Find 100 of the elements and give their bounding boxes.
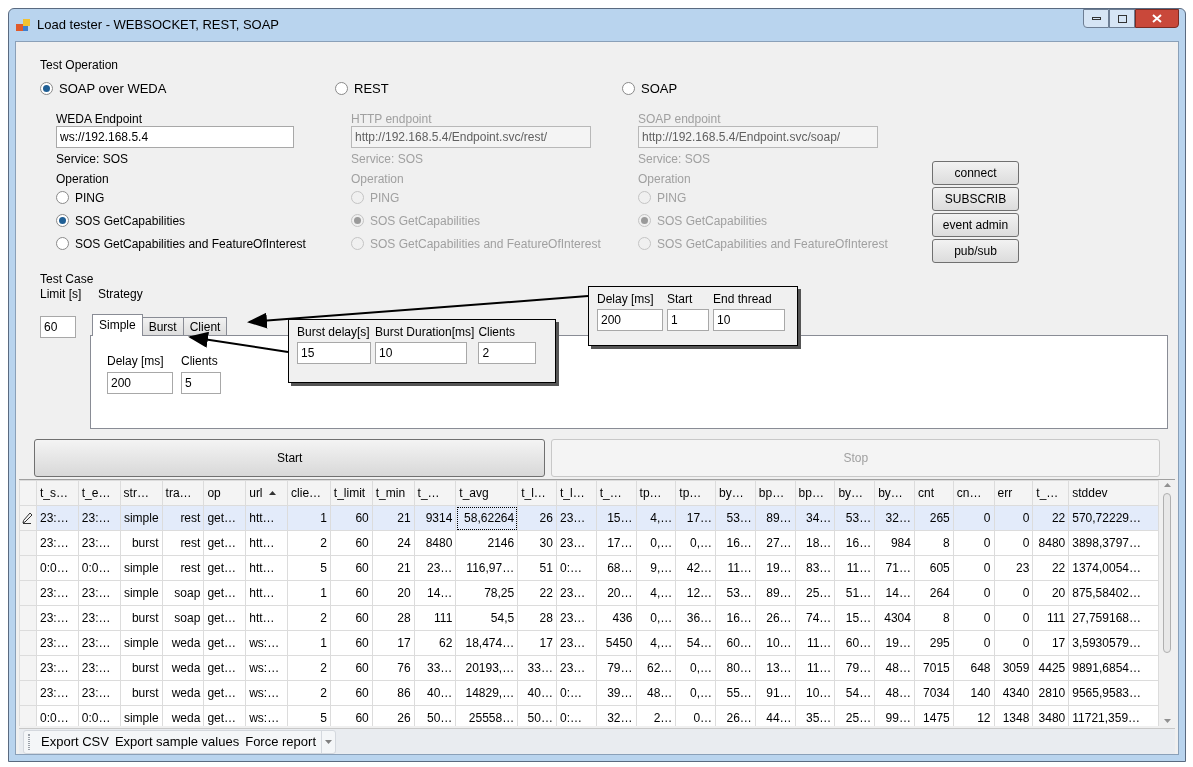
table-row[interactable]: 23:… 23:… burst weda get… ws:… 2 60 76 33… 20193,… 33… 23… 79… 62… 0,… 80… 13… 11… 79… 48… 7015 648 3059 4425 9891,6854… [19, 655, 1159, 681]
column-header[interactable]: t_… [1032, 480, 1069, 506]
table-cell: 605 [914, 555, 954, 581]
table-cell: 116,97… [455, 555, 518, 581]
column-header[interactable]: url [245, 480, 288, 506]
table-cell: 54… [834, 680, 875, 706]
table-cell: 295 [914, 630, 954, 656]
table-cell: 1374,0054… [1068, 555, 1159, 581]
field-label: Clients [181, 354, 219, 368]
table-row[interactable]: 23:… 23:… burst soap get… htt… 2 60 28 111 54,5 28 23… 436 0,… 36… 16… 26… 74… 15… 4304 8 0 0 111 27,759168… [19, 605, 1159, 631]
close-button[interactable] [1135, 9, 1179, 28]
input-field[interactable]: 200 [597, 309, 663, 331]
input-field[interactable]: 60 [40, 316, 76, 338]
toolbar-button[interactable]: Force report [242, 730, 319, 753]
table-row[interactable]: 0:0… 0:0… simple rest get… htt… 5 60 21 23… 116,97… 51 0:… 68… 9,… 42… 11… 19… 83… 11… 71… 605 0 23 22 1374,0054… [19, 555, 1159, 581]
column-header[interactable]: t_avg [455, 480, 518, 506]
table-cell: 17 [1032, 630, 1069, 656]
table-cell: 0 [953, 580, 994, 606]
column-header[interactable]: t_… [596, 480, 637, 506]
action-button[interactable]: Start [34, 439, 546, 477]
table-cell: 89… [755, 580, 796, 606]
column-header[interactable]: t_s… [36, 480, 79, 506]
action-button[interactable]: SUBSCRIB [932, 187, 1019, 211]
column-header[interactable]: tra… [162, 480, 204, 506]
maximize-button[interactable] [1109, 9, 1135, 28]
input-field[interactable]: 200 [107, 372, 173, 394]
column-header[interactable]: by… [874, 480, 915, 506]
field-label: Strategy [98, 286, 143, 302]
scroll-up-icon[interactable] [1163, 483, 1171, 487]
table-cell: 26… [755, 605, 796, 631]
table-cell: 4,… [636, 505, 676, 531]
radio-button[interactable]: SOAP over WEDA [40, 77, 335, 100]
input-field[interactable]: ws://192.168.5.4 [56, 126, 294, 148]
table-cell: 436 [596, 605, 637, 631]
table-cell: 60 [330, 555, 373, 581]
column-header[interactable]: by… [834, 480, 875, 506]
table-cell: 78,25 [455, 580, 518, 606]
minimize-button[interactable] [1083, 9, 1109, 28]
table-cell: burst [120, 680, 163, 706]
column-header[interactable]: str… [120, 480, 163, 506]
table-cell: 91… [755, 680, 796, 706]
table-cell: 23:… [36, 630, 79, 656]
scroll-down-icon[interactable] [1163, 719, 1171, 723]
input-field[interactable]: 5 [181, 372, 221, 394]
column-header[interactable]: t_l… [517, 480, 557, 506]
column-header[interactable]: t_min [372, 480, 415, 506]
tab[interactable]: Simple [92, 314, 143, 336]
table-cell: 4,… [636, 630, 676, 656]
table-cell: 60… [834, 630, 875, 656]
input-field[interactable]: 10 [713, 309, 785, 331]
column-header[interactable]: stddev [1068, 480, 1159, 506]
table-cell: 23:… [78, 680, 121, 706]
column-header[interactable]: by… [715, 480, 756, 506]
table-row[interactable]: 0:0… 0:0… simple weda get… ws:… 5 60 26 50… 25558… 50… 0:… 32… 2… 0… 26… 44… 35… 25… 99… 1475 12 1348 3480 11721,359… [19, 705, 1159, 726]
group-title: Test Case [40, 272, 95, 286]
table-cell: 23:… [78, 505, 121, 531]
radio-button[interactable]: SOS GetCapabilities [56, 209, 335, 232]
column-header[interactable]: cnt [914, 480, 954, 506]
input-field[interactable]: 1 [667, 309, 709, 331]
column-header[interactable]: bp… [755, 480, 796, 506]
radio-button[interactable]: SOS GetCapabilities and FeatureOfInterest [56, 232, 335, 255]
table-cell: 48… [636, 680, 676, 706]
field-label: End thread [713, 291, 773, 307]
toolbar-button[interactable]: Export CSV [38, 730, 112, 753]
table-cell: 17… [596, 530, 637, 556]
table-row[interactable]: 23:… 23:… simple weda get… ws:… 1 60 17 62 18,474… 17 23… 5450 4,… 54… 60… 10… 11… 60… 19… 295 0 0 17 3,5930579… [19, 630, 1159, 656]
column-header[interactable]: op [203, 480, 246, 506]
table-cell: 8 [914, 605, 954, 631]
input-field[interactable]: 2 [478, 342, 537, 364]
table-row[interactable]: 23:… 23:… simple rest get… htt… 1 60 21 9314 58,62264 26 23… 15… 4,… 17… 53… 89… 34… 53… 32… 265 0 0 22 570,72229… [19, 505, 1159, 531]
column-header[interactable]: tp… [636, 480, 676, 506]
table-cell: 60 [330, 605, 373, 631]
column-header[interactable]: bp… [795, 480, 835, 506]
action-button[interactable]: pub/sub [932, 239, 1019, 263]
column-header[interactable]: t_l… [556, 480, 597, 506]
column-header[interactable]: t_… [414, 480, 456, 506]
table-cell: 0,… [636, 530, 676, 556]
field-label: WEDA Endpoint [56, 111, 144, 126]
input-field[interactable]: 10 [375, 342, 467, 364]
table-cell: 39… [596, 680, 637, 706]
overflow-button[interactable] [321, 730, 335, 753]
column-header[interactable]: err [994, 480, 1033, 506]
table-cell: 14… [874, 580, 915, 606]
column-header[interactable]: t_limit [330, 480, 373, 506]
table-cell: 79… [834, 655, 875, 681]
table-row[interactable]: 23:… 23:… burst weda get… ws:… 2 60 86 40… 14829,… 40… 0:… 39… 48… 0,… 55… 91… 10… 54… 48… 7034 140 4340 2810 9565,9583… [19, 680, 1159, 706]
action-button[interactable]: event admin [932, 213, 1019, 237]
column-header[interactable]: t_e… [78, 480, 121, 506]
column-header[interactable]: tp… [675, 480, 716, 506]
radio-button[interactable]: PING [56, 186, 335, 209]
table-cell: 17 [517, 630, 557, 656]
input-field[interactable]: 15 [297, 342, 371, 364]
action-button[interactable]: connect [932, 161, 1019, 185]
column-header[interactable]: clie… [287, 480, 331, 506]
close-icon [1152, 14, 1162, 23]
table-cell: 89… [755, 505, 796, 531]
table-row[interactable]: 23:… 23:… burst rest get… htt… 2 60 24 8480 2146 30 23… 17… 0,… 0,… 16… 27… 18… 16… 984 8 0 0 8480 3898,3797… [19, 530, 1159, 556]
table-row[interactable]: 23:… 23:… simple soap get… htt… 1 60 20 14… 78,25 22 23… 20… 4,… 12… 53… 89… 25… 51… 14… 264 0 0 20 875,58402… [19, 580, 1159, 606]
toolbar-button[interactable]: Export sample values [111, 730, 243, 753]
column-header[interactable]: cn… [953, 480, 994, 506]
